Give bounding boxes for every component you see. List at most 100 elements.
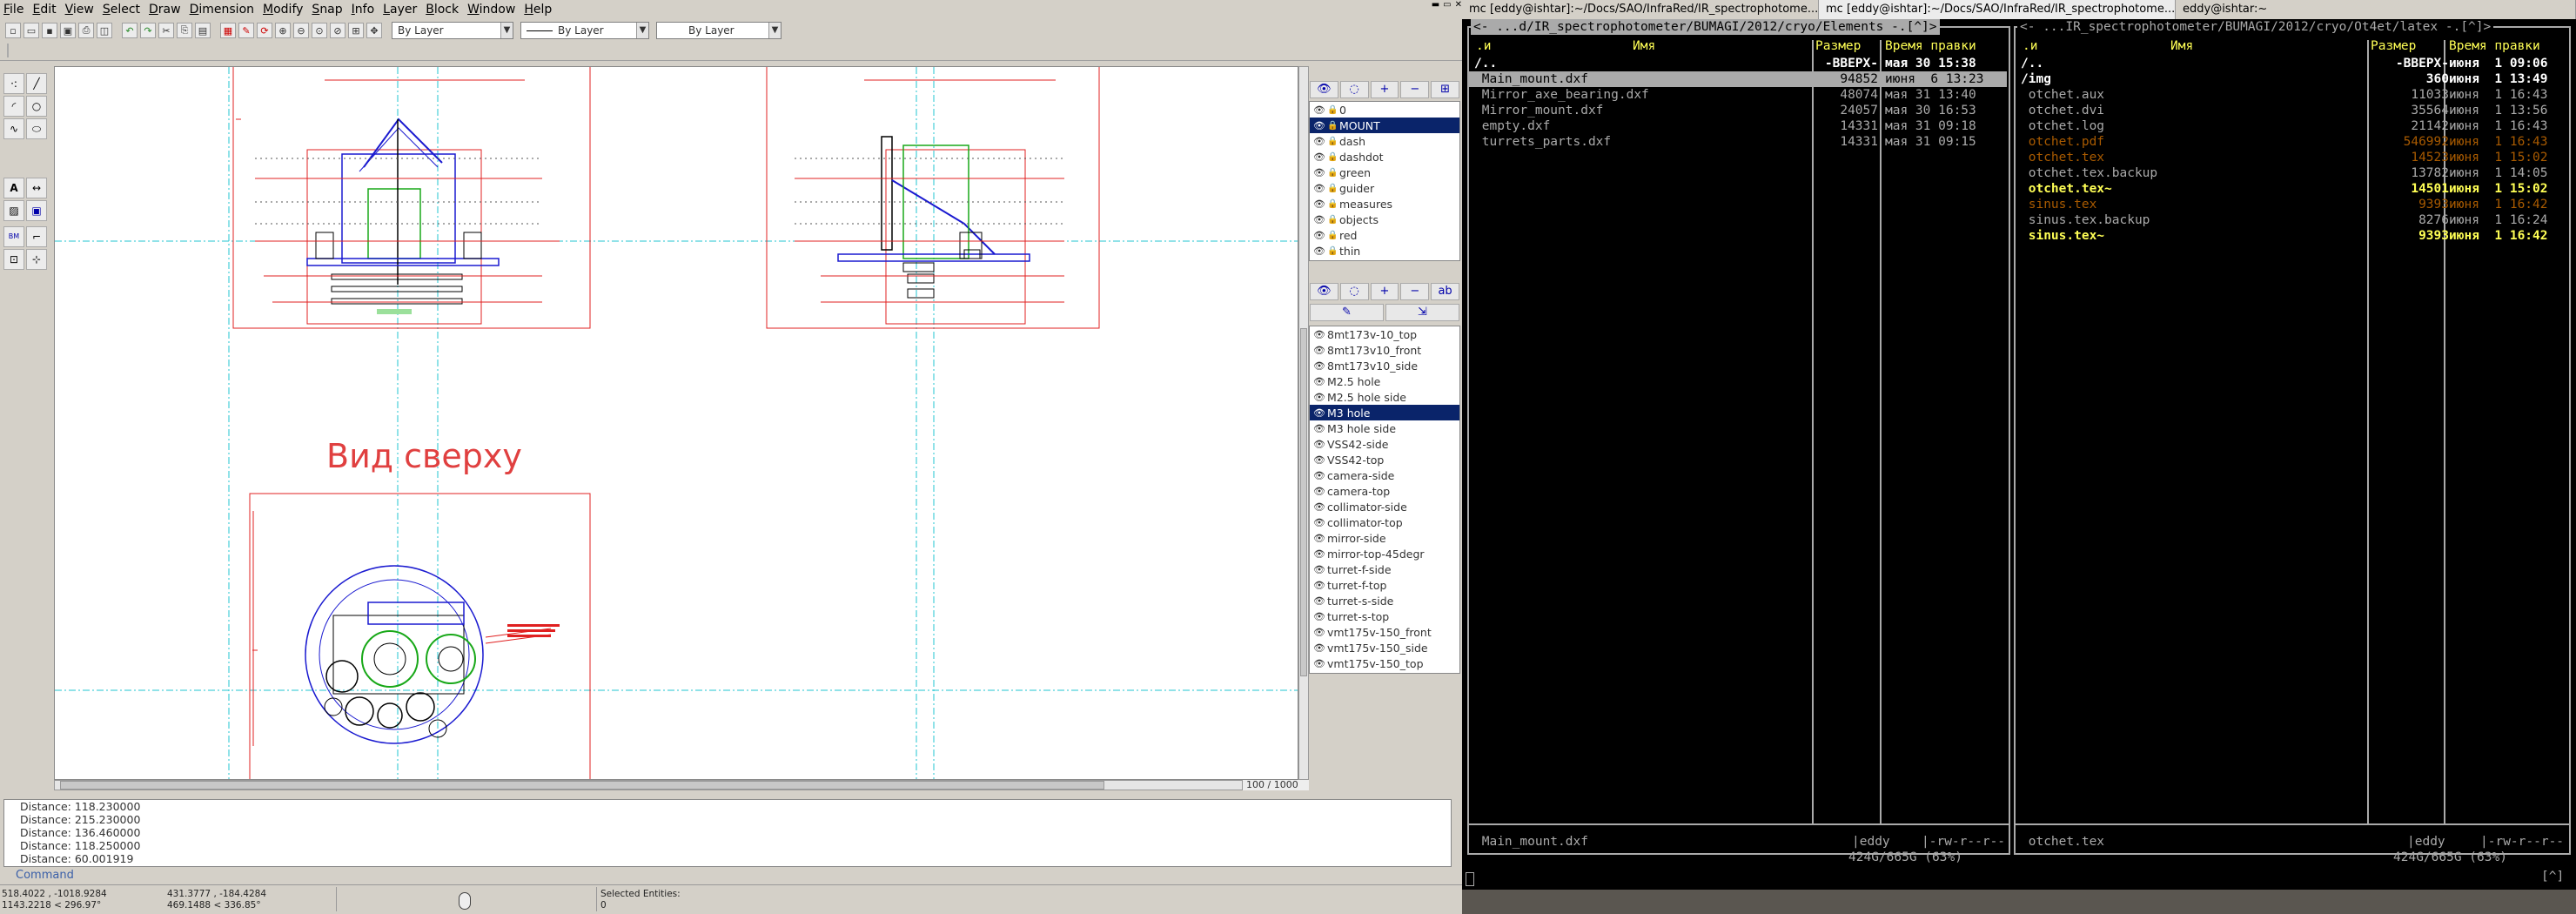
- canvas-horizontal-scrollbar[interactable]: [54, 780, 1243, 790]
- eye-icon[interactable]: 👁: [1313, 439, 1327, 450]
- eye-icon[interactable]: 👁: [1313, 548, 1327, 560]
- lock-icon[interactable]: 🔒: [1327, 137, 1339, 146]
- grid-icon[interactable]: ▦: [220, 23, 236, 38]
- close-icon[interactable]: ✕: [1455, 0, 1462, 16]
- file-name[interactable]: /..: [1474, 56, 1497, 71]
- menu-dimension[interactable]: Dimension: [190, 3, 254, 17]
- redraw-icon[interactable]: ⟳: [257, 23, 272, 38]
- eye-icon[interactable]: 👁: [1313, 151, 1327, 163]
- restore-icon[interactable]: ▭: [1443, 0, 1451, 16]
- eye-icon[interactable]: 👁: [1313, 183, 1327, 194]
- block-item[interactable]: 👁 vmt175v-150_front: [1310, 624, 1459, 640]
- show-all-blocks-icon[interactable]: 👁: [1310, 283, 1338, 300]
- block-item[interactable]: 👁 turret-f-top: [1310, 577, 1459, 593]
- zoom-window-icon[interactable]: ⊞: [348, 23, 364, 38]
- remove-layer-button[interactable]: −: [1400, 81, 1430, 98]
- eye-icon[interactable]: 👁: [1313, 470, 1327, 481]
- block-item[interactable]: 👁 mirror-side: [1310, 530, 1459, 546]
- lock-icon[interactable]: 🔒: [1327, 121, 1339, 131]
- lock-icon[interactable]: 🔒: [1327, 199, 1339, 209]
- block-item[interactable]: 👁 turret-s-top: [1310, 608, 1459, 624]
- lock-icon[interactable]: 🔒: [1327, 184, 1339, 193]
- eye-icon[interactable]: 👁: [1313, 104, 1327, 116]
- cut-icon[interactable]: ✂: [158, 23, 174, 38]
- eye-icon[interactable]: 👁: [1313, 517, 1327, 528]
- horizontal-scroll-thumb[interactable]: [60, 781, 1104, 790]
- eye-icon[interactable]: 👁: [1313, 392, 1327, 403]
- block-item[interactable]: 👁 collimator-top: [1310, 514, 1459, 530]
- eye-icon[interactable]: 👁: [1313, 627, 1327, 638]
- file-name[interactable]: sinus.tex~: [2021, 228, 2104, 244]
- block-item[interactable]: 👁 8mt173v10_side: [1310, 358, 1459, 373]
- midnight-commander-terminal[interactable]: <- ...d/IR_spectrophotometer/BUMAGI/2012…: [1462, 19, 2576, 890]
- file-name[interactable]: Mirror_mount.dxf: [1474, 103, 1604, 118]
- block-item[interactable]: 👁 turret-s-side: [1310, 593, 1459, 608]
- eye-icon[interactable]: 👁: [1313, 329, 1327, 340]
- new-file-icon[interactable]: ▫: [5, 23, 21, 38]
- file-name[interactable]: otchet.aux: [2021, 87, 2104, 103]
- remove-block-button[interactable]: −: [1400, 283, 1430, 300]
- col-size-header[interactable]: Размер: [2371, 38, 2416, 54]
- zoom-pan-icon[interactable]: ✥: [366, 23, 382, 38]
- lock-icon[interactable]: 🔒: [1327, 168, 1339, 178]
- file-name[interactable]: otchet.tex~: [2021, 181, 2112, 197]
- menu-help[interactable]: Help: [524, 3, 552, 17]
- block-item[interactable]: 👁 vmt175v-150_side: [1310, 640, 1459, 655]
- lock-icon[interactable]: 🔒: [1327, 215, 1339, 225]
- tab-mc-2[interactable]: mc [eddy@ishtar]:~/Docs/SAO/InfraRed/IR_…: [1819, 0, 2176, 19]
- block-item[interactable]: 👁 M3 hole side: [1310, 420, 1459, 436]
- block-item[interactable]: 👁 camera-side: [1310, 467, 1459, 483]
- file-name[interactable]: otchet.pdf: [2021, 134, 2104, 150]
- layer-item[interactable]: 👁 🔒 0: [1310, 102, 1459, 118]
- image-tool-icon[interactable]: ▣: [26, 200, 47, 221]
- eye-icon[interactable]: 👁: [1313, 407, 1327, 419]
- insert-block-icon[interactable]: ⇲: [1385, 304, 1459, 321]
- right-panel-path[interactable]: <- ...IR_spectrophotometer/BUMAGI/2012/c…: [2017, 19, 2494, 35]
- eye-icon[interactable]: 👁: [1313, 501, 1327, 513]
- ellipse-tool-icon[interactable]: ⬭: [26, 118, 47, 139]
- file-name[interactable]: otchet.dvi: [2021, 103, 2104, 118]
- pen-color-select[interactable]: By Layer ▼: [392, 22, 513, 39]
- col-size-header[interactable]: Размер: [1815, 38, 1861, 54]
- block-item[interactable]: 👁 turret-f-side: [1310, 561, 1459, 577]
- lock-icon[interactable]: 🔒: [1327, 246, 1339, 256]
- menu-file[interactable]: File: [3, 3, 23, 17]
- menu-window[interactable]: Window: [467, 3, 515, 17]
- hide-all-layers-icon[interactable]: ◌: [1339, 81, 1369, 98]
- pen-width-select[interactable]: By Layer ▼: [656, 22, 782, 39]
- redo-icon[interactable]: ↷: [140, 23, 156, 38]
- block-tool-icon[interactable]: BM: [3, 226, 24, 247]
- block-item[interactable]: 👁 mirror-top-45degr: [1310, 546, 1459, 561]
- block-item[interactable]: 👁 M2.5 hole: [1310, 373, 1459, 389]
- zoom-out-icon[interactable]: ⊖: [293, 23, 309, 38]
- drawing-canvas[interactable]: Вид сверху: [54, 66, 1298, 780]
- eye-icon[interactable]: 👁: [1313, 533, 1327, 544]
- eye-icon[interactable]: 👁: [1313, 580, 1327, 591]
- menu-draw[interactable]: Draw: [149, 3, 181, 17]
- zoom-in-icon[interactable]: ⊕: [275, 23, 291, 38]
- undo-icon[interactable]: ↶: [122, 23, 138, 38]
- menu-select[interactable]: Select: [103, 3, 140, 17]
- hide-all-blocks-icon[interactable]: ◌: [1339, 283, 1369, 300]
- file-name[interactable]: Mirror_axe_bearing.dxf: [1474, 87, 1649, 103]
- eye-icon[interactable]: 👁: [1313, 120, 1327, 131]
- lock-icon[interactable]: 🔒: [1327, 152, 1339, 162]
- block-item[interactable]: 👁 M2.5 hole side: [1310, 389, 1459, 405]
- file-name[interactable]: turrets_parts.dxf: [1474, 134, 1611, 150]
- arc-tool-icon[interactable]: ◜: [3, 96, 24, 117]
- eye-icon[interactable]: 👁: [1313, 611, 1327, 622]
- col-time-header[interactable]: Время правки: [2449, 38, 2540, 54]
- eye-icon[interactable]: 👁: [1313, 230, 1327, 241]
- canvas-vertical-scrollbar[interactable]: [1298, 66, 1309, 780]
- lock-icon[interactable]: 🔒: [1327, 231, 1339, 240]
- hatch-tool-icon[interactable]: ▨: [3, 200, 24, 221]
- eye-icon[interactable]: 👁: [1313, 345, 1327, 356]
- layer-item[interactable]: 👁 🔒 thin: [1310, 243, 1459, 259]
- block-item[interactable]: 👁 M3 hole: [1310, 405, 1459, 420]
- file-name[interactable]: Main_mount.dxf: [1474, 71, 1588, 87]
- circle-tool-icon[interactable]: ○: [26, 96, 47, 117]
- file-name[interactable]: otchet.tex: [2021, 150, 2104, 165]
- menu-edit[interactable]: Edit: [32, 3, 56, 17]
- toolbar-handle[interactable]: [7, 44, 14, 57]
- curve-tool-icon[interactable]: ∿: [3, 118, 24, 139]
